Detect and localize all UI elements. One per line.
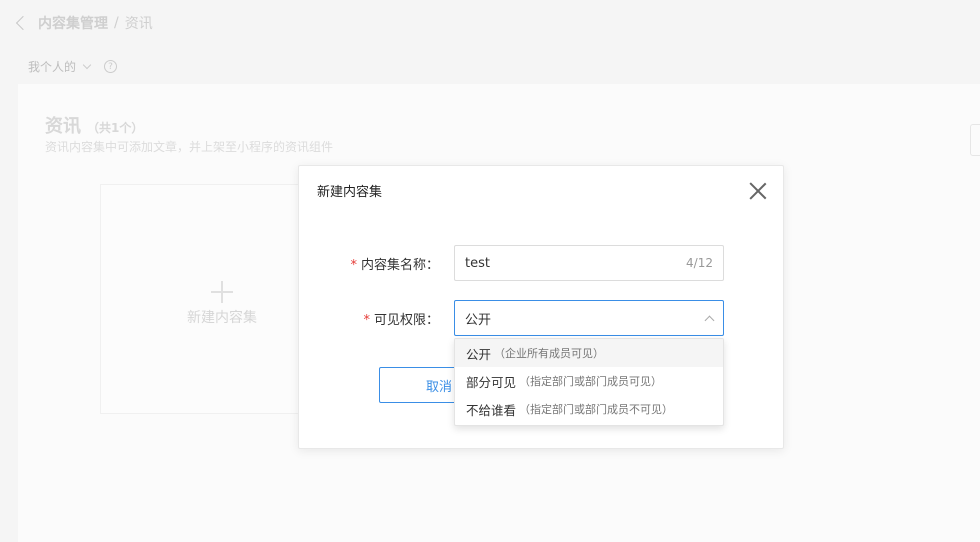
permission-label: * 可见权限： xyxy=(363,313,439,328)
help-icon[interactable]: ? xyxy=(104,60,118,73)
section-count: （共1个） xyxy=(87,121,144,135)
required-mark: * xyxy=(350,258,357,273)
name-input-value[interactable]: test xyxy=(465,256,686,271)
name-label: * 内容集名称： xyxy=(350,258,439,273)
required-mark: * xyxy=(363,313,370,328)
permission-dropdown: 公开 （企业所有成员可见） 部分可见 （指定部门或部门成员可见） 不给谁看 （指… xyxy=(454,338,724,426)
plus-icon xyxy=(211,281,233,303)
option-public[interactable]: 公开 （企业所有成员可见） xyxy=(455,339,723,367)
section-header: 资讯 （共1个） xyxy=(45,112,143,138)
chevron-down-icon[interactable] xyxy=(82,60,92,70)
chevron-up-icon[interactable] xyxy=(704,315,715,325)
name-input[interactable]: test 4/12 xyxy=(454,245,724,281)
owner-filter[interactable]: 我个人的 xyxy=(28,58,76,75)
back-icon[interactable] xyxy=(15,15,31,31)
breadcrumb-separator: / xyxy=(114,15,119,31)
breadcrumb-current: 资讯 xyxy=(124,16,153,32)
permission-select[interactable]: 公开 xyxy=(454,300,724,336)
permission-select-value[interactable]: 公开 xyxy=(465,309,706,328)
option-partial[interactable]: 部分可见 （指定部门或部门成员可见） xyxy=(455,367,723,395)
filter-bar: 我个人的 ? xyxy=(28,58,118,75)
section-title: 资讯 xyxy=(45,116,81,137)
breadcrumb-parent[interactable]: 内容集管理 xyxy=(38,13,108,33)
section-description: 资讯内容集中可添加文章，并上架至小程序的资讯组件 xyxy=(45,140,334,154)
header: 内容集管理 / 资讯 xyxy=(0,0,980,46)
option-hidden-from[interactable]: 不给谁看 （指定部门或部门成员不可见） xyxy=(455,395,723,423)
close-icon[interactable] xyxy=(749,182,767,200)
dialog-title: 新建内容集 xyxy=(317,185,383,200)
side-button[interactable] xyxy=(970,124,980,156)
char-count: 4/12 xyxy=(686,256,713,270)
